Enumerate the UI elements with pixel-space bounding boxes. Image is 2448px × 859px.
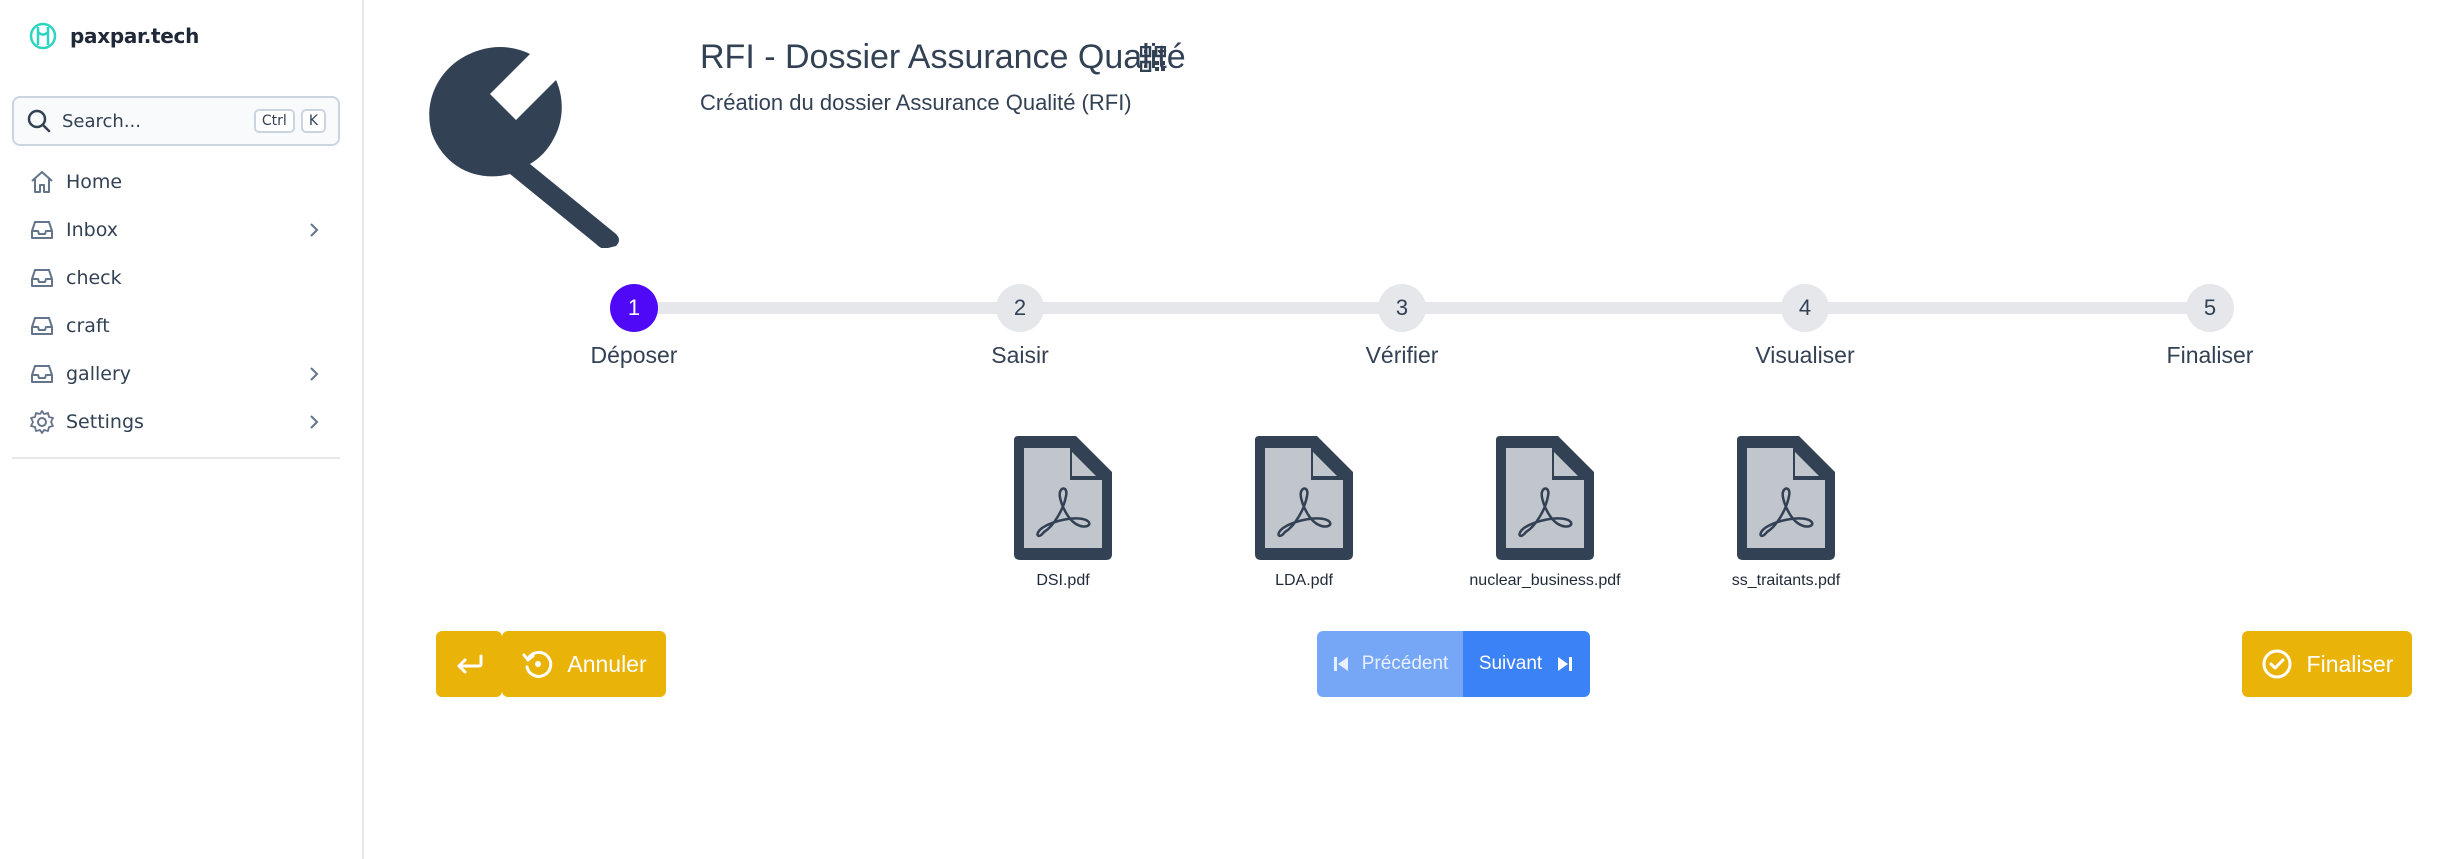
sidebar-item-label: gallery bbox=[66, 363, 132, 385]
search-box[interactable]: Search... Ctrl K bbox=[12, 96, 340, 146]
sidebar-item-home[interactable]: Home bbox=[12, 158, 340, 206]
step-number: 1 bbox=[610, 284, 658, 332]
skip-forward-icon bbox=[1558, 657, 1573, 671]
chevron-right-icon[interactable] bbox=[304, 220, 324, 240]
step-label: Visualiser bbox=[1755, 342, 1855, 368]
step-verifier[interactable]: 3 Vérifier bbox=[1302, 284, 1502, 369]
shortcut-key-ctrl: Ctrl bbox=[253, 109, 295, 133]
undo-icon bbox=[522, 650, 553, 678]
pdf-file-icon bbox=[1014, 436, 1112, 560]
search-icon bbox=[27, 109, 51, 133]
brand[interactable]: paxpar.tech bbox=[28, 20, 199, 52]
brand-name: paxpar.tech bbox=[70, 24, 200, 48]
step-number: 3 bbox=[1378, 284, 1426, 332]
step-number: 2 bbox=[996, 284, 1044, 332]
step-visualiser[interactable]: 4 Visualiser bbox=[1705, 284, 1905, 369]
pdf-file-icon bbox=[1737, 436, 1835, 560]
check-circle-icon bbox=[2262, 649, 2292, 679]
chevron-right-icon[interactable] bbox=[304, 412, 324, 432]
step-finaliser[interactable]: 5 Finaliser bbox=[2110, 284, 2310, 369]
step-label: Vérifier bbox=[1365, 342, 1439, 368]
sidebar-item-settings[interactable]: Settings bbox=[12, 398, 340, 446]
step-label: Déposer bbox=[590, 342, 678, 368]
sidebar-divider bbox=[12, 457, 340, 459]
file-item[interactable]: DSI.pdf bbox=[953, 436, 1173, 590]
step-label: Finaliser bbox=[2166, 342, 2254, 368]
home-icon bbox=[31, 171, 53, 193]
next-label: Suivant bbox=[1478, 653, 1543, 674]
step-deposer[interactable]: 1 Déposer bbox=[534, 284, 734, 369]
cancel-label: Annuler bbox=[567, 650, 647, 677]
skip-back-icon bbox=[1333, 657, 1348, 671]
inbox-icon bbox=[31, 269, 53, 287]
finalize-label: Finaliser bbox=[2306, 650, 2394, 677]
inbox-icon bbox=[31, 221, 53, 239]
qr-code-icon[interactable] bbox=[1140, 46, 1166, 72]
cancel-button[interactable]: Annuler bbox=[502, 631, 666, 697]
sidebar-item-label: Inbox bbox=[66, 219, 118, 241]
sidebar-item-check[interactable]: check bbox=[12, 254, 340, 302]
sidebar-item-label: Home bbox=[66, 171, 123, 193]
arrow-return-left-icon bbox=[457, 654, 483, 674]
file-name: DSI.pdf bbox=[1036, 572, 1090, 589]
brand-logo-icon bbox=[29, 22, 57, 50]
file-item[interactable]: LDA.pdf bbox=[1194, 436, 1414, 590]
previous-button[interactable]: Précédent bbox=[1317, 631, 1463, 697]
shortcut-key-k: K bbox=[300, 109, 326, 133]
chevron-right-icon[interactable] bbox=[304, 364, 324, 384]
step-number: 5 bbox=[2186, 284, 2234, 332]
wrench-icon bbox=[429, 47, 619, 248]
gear-icon bbox=[30, 410, 54, 434]
sidebar-item-label: craft bbox=[66, 315, 110, 337]
previous-label: Précédent bbox=[1361, 653, 1449, 674]
inbox-icon bbox=[31, 365, 53, 383]
sidebar-item-craft[interactable]: craft bbox=[12, 302, 340, 350]
file-item[interactable]: ss_traitants.pdf bbox=[1676, 436, 1896, 590]
sidebar-item-label: check bbox=[66, 267, 122, 289]
next-button[interactable]: Suivant bbox=[1463, 631, 1590, 697]
file-item[interactable]: nuclear_business.pdf bbox=[1435, 436, 1655, 590]
file-name: ss_traitants.pdf bbox=[1731, 572, 1841, 589]
pdf-file-icon bbox=[1496, 436, 1594, 560]
inbox-icon bbox=[31, 317, 53, 335]
sidebar-nav: Home Inbox check craft gallery Settings bbox=[12, 158, 340, 446]
sidebar-item-label: Settings bbox=[66, 411, 144, 433]
step-label: Saisir bbox=[991, 342, 1049, 368]
page-subtitle: Création du dossier Assurance Qualité (R… bbox=[700, 90, 1132, 115]
sidebar-item-inbox[interactable]: Inbox bbox=[12, 206, 340, 254]
pdf-file-icon bbox=[1255, 436, 1353, 560]
sidebar: paxpar.tech Search... Ctrl K Home Inbox bbox=[0, 0, 364, 859]
step-saisir[interactable]: 2 Saisir bbox=[920, 284, 1120, 369]
finalize-button[interactable]: Finaliser bbox=[2242, 631, 2412, 697]
back-button[interactable] bbox=[436, 631, 502, 697]
file-name: nuclear_business.pdf bbox=[1469, 572, 1621, 589]
sidebar-item-gallery[interactable]: gallery bbox=[12, 350, 340, 398]
file-name: LDA.pdf bbox=[1275, 572, 1333, 589]
step-number: 4 bbox=[1781, 284, 1829, 332]
search-placeholder: Search... bbox=[62, 110, 142, 132]
page-title: RFI - Dossier Assurance Qualité bbox=[700, 38, 1186, 76]
